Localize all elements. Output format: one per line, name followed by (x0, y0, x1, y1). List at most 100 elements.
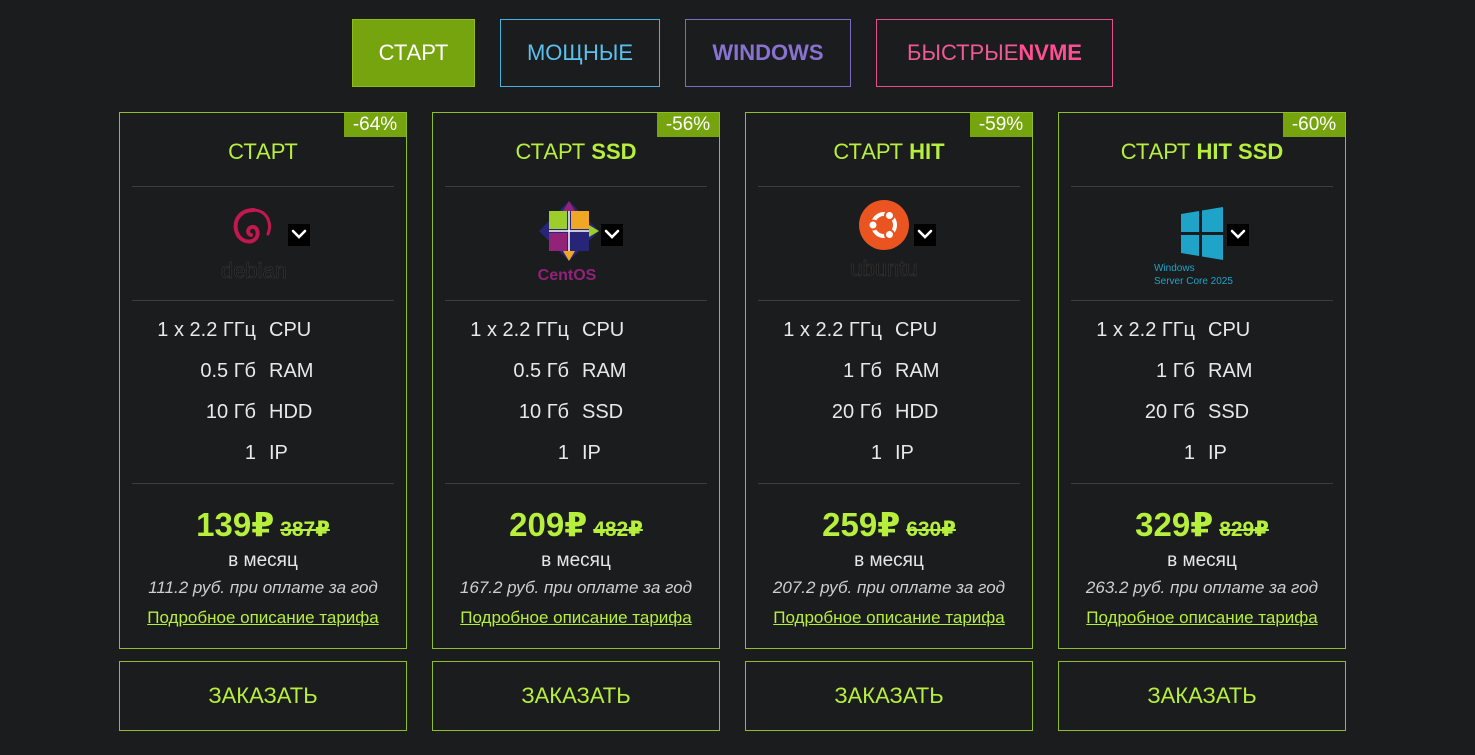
chevron-down-icon (291, 226, 307, 244)
divider (132, 300, 394, 301)
yearly-price-note: 167.2 руб. при оплате за год (459, 578, 693, 597)
spec-row-cpu: 1 x 2.2 ГГц CPU (1059, 319, 1345, 360)
plan-card-start-ssd: -56% СТАРТ SSD CentOS 1 x 2.2 ГГц CPU 0.… (432, 112, 720, 649)
os-selector: ubuntu (746, 198, 1032, 290)
divider (132, 186, 394, 187)
spec-value: 10 Гб (518, 401, 569, 423)
spec-list: 1 x 2.2 ГГц CPU 1 Гб RAM 20 Гб HDD 1 IP (746, 319, 1032, 483)
os-label: CentOS (538, 267, 597, 284)
spec-value: 1 x 2.2 ГГц (783, 319, 882, 341)
order-button[interactable]: ЗАКАЗАТЬ (119, 661, 407, 731)
order-button[interactable]: ЗАКАЗАТЬ (745, 661, 1033, 731)
tab-powerful[interactable]: МОЩНЫЕ (500, 19, 660, 87)
divider (758, 483, 1020, 484)
tab-fast-nvme[interactable]: БЫСТРЫЕ NVME (876, 19, 1113, 87)
divider (758, 186, 1020, 187)
spec-name: HDD (269, 401, 313, 423)
yearly-price-note: 207.2 руб. при оплате за год (772, 578, 1006, 597)
current-price: 139₽ (196, 506, 275, 543)
current-price: 329₽ (1135, 506, 1214, 543)
yearly-price-note: 263.2 руб. при оплате за год (1085, 578, 1319, 597)
os-selector: debian (120, 198, 406, 290)
plan-title: СТАРТ HIT SSD (1059, 139, 1345, 165)
plan-details-link[interactable]: Подробное описание тарифа (746, 608, 1032, 628)
spec-list: 1 x 2.2 ГГц CPU 0.5 Гб RAM 10 Гб SSD 1 IP (433, 319, 719, 483)
plan-title: СТАРТ (120, 139, 406, 165)
divider (445, 300, 707, 301)
spec-value: 1 x 2.2 ГГц (1096, 319, 1195, 341)
divider (445, 483, 707, 484)
spec-name: CPU (1208, 319, 1251, 341)
tab-windows[interactable]: WINDOWS (685, 19, 851, 87)
plan-title-main: СТАРТ (228, 139, 298, 164)
spec-value: 1 (557, 442, 569, 464)
spec-row-ram: 0.5 Гб RAM (120, 360, 406, 401)
spec-value: 1 (244, 442, 256, 464)
old-price: 482₽ (593, 518, 643, 541)
tab-start[interactable]: СТАРТ (352, 19, 475, 87)
ubuntu-logo-icon: ubuntu (836, 198, 926, 290)
os-dropdown-toggle[interactable] (914, 224, 936, 246)
spec-row-cpu: 1 x 2.2 ГГц CPU (433, 319, 719, 360)
order-button[interactable]: ЗАКАЗАТЬ (432, 661, 720, 731)
plan-card-start-hit-ssd: -60% СТАРТ HIT SSD Windows Server Core 2… (1058, 112, 1346, 649)
plan-title: СТАРТ HIT (746, 139, 1032, 165)
os-selector: CentOS (433, 198, 719, 290)
divider (1071, 186, 1333, 187)
price-period: в месяц (854, 550, 924, 571)
price-row: 139₽ 387₽ (120, 505, 406, 544)
spec-row-cpu: 1 x 2.2 ГГц CPU (746, 319, 1032, 360)
divider (445, 186, 707, 187)
spec-name: IP (269, 442, 288, 464)
debian-logo-icon: debian (210, 198, 300, 290)
plan-title-suffix: HIT (909, 139, 945, 164)
price-row: 209₽ 482₽ (433, 505, 719, 544)
plan-details-link[interactable]: Подробное описание тарифа (120, 608, 406, 628)
os-dropdown-toggle[interactable] (1227, 224, 1249, 246)
spec-list: 1 x 2.2 ГГц CPU 0.5 Гб RAM 10 Гб HDD 1 IP (120, 319, 406, 483)
discount-badge: -56% (657, 113, 719, 137)
spec-row-disk: 10 Гб SSD (433, 401, 719, 442)
spec-name: RAM (895, 360, 940, 382)
os-label: debian (221, 258, 287, 283)
plan-details-link[interactable]: Подробное описание тарифа (433, 608, 719, 628)
spec-name: IP (1208, 442, 1227, 464)
os-selector: Windows Server Core 2025 (1059, 198, 1345, 290)
price-period: в месяц (228, 550, 298, 571)
divider (132, 483, 394, 484)
order-button[interactable]: ЗАКАЗАТЬ (1058, 661, 1346, 731)
spec-row-disk: 20 Гб SSD (1059, 401, 1345, 442)
spec-row-disk: 10 Гб HDD (120, 401, 406, 442)
spec-value: 1 (1183, 442, 1195, 464)
tab-fast-nvme-highlight: NVME (1018, 40, 1082, 65)
spec-row-cpu: 1 x 2.2 ГГц CPU (120, 319, 406, 360)
price-row: 259₽ 630₽ (746, 505, 1032, 544)
spec-row-ip: 1 IP (746, 442, 1032, 483)
plan-card-start: -64% СТАРТ debian 1 x 2.2 ГГц CPU 0.5 Гб R… (119, 112, 407, 649)
plan-details-link[interactable]: Подробное описание тарифа (1059, 608, 1345, 628)
os-dropdown-toggle[interactable] (288, 224, 310, 246)
spec-name: CPU (582, 319, 625, 341)
plan-title: СТАРТ SSD (433, 139, 719, 165)
spec-row-disk: 20 Гб HDD (746, 401, 1032, 442)
price-period: в месяц (541, 550, 611, 571)
price-row: 329₽ 829₽ (1059, 505, 1345, 544)
spec-row-ram: 1 Гб RAM (1059, 360, 1345, 401)
spec-value: 20 Гб (831, 401, 882, 423)
spec-row-ram: 1 Гб RAM (746, 360, 1032, 401)
chevron-down-icon (917, 226, 933, 244)
os-label-edition: Server Core 2025 (1154, 276, 1233, 287)
old-price: 829₽ (1219, 518, 1269, 541)
plan-title-suffix: HIT SSD (1196, 139, 1284, 164)
divider (1071, 483, 1333, 484)
spec-name: RAM (1208, 360, 1253, 382)
plan-card-start-hit: -59% СТАРТ HIT ubuntu 1 x 2.2 ГГц CPU 1 Г… (745, 112, 1033, 649)
windows-logo-icon: Windows Server Core 2025 (1149, 198, 1239, 290)
spec-name: IP (895, 442, 914, 464)
current-price: 209₽ (509, 506, 588, 543)
os-dropdown-toggle[interactable] (601, 224, 623, 246)
plan-title-suffix: SSD (591, 139, 637, 164)
discount-badge: -64% (344, 113, 406, 137)
spec-value: 0.5 Гб (200, 360, 256, 382)
spec-list: 1 x 2.2 ГГц CPU 1 Гб RAM 20 Гб SSD 1 IP (1059, 319, 1345, 483)
